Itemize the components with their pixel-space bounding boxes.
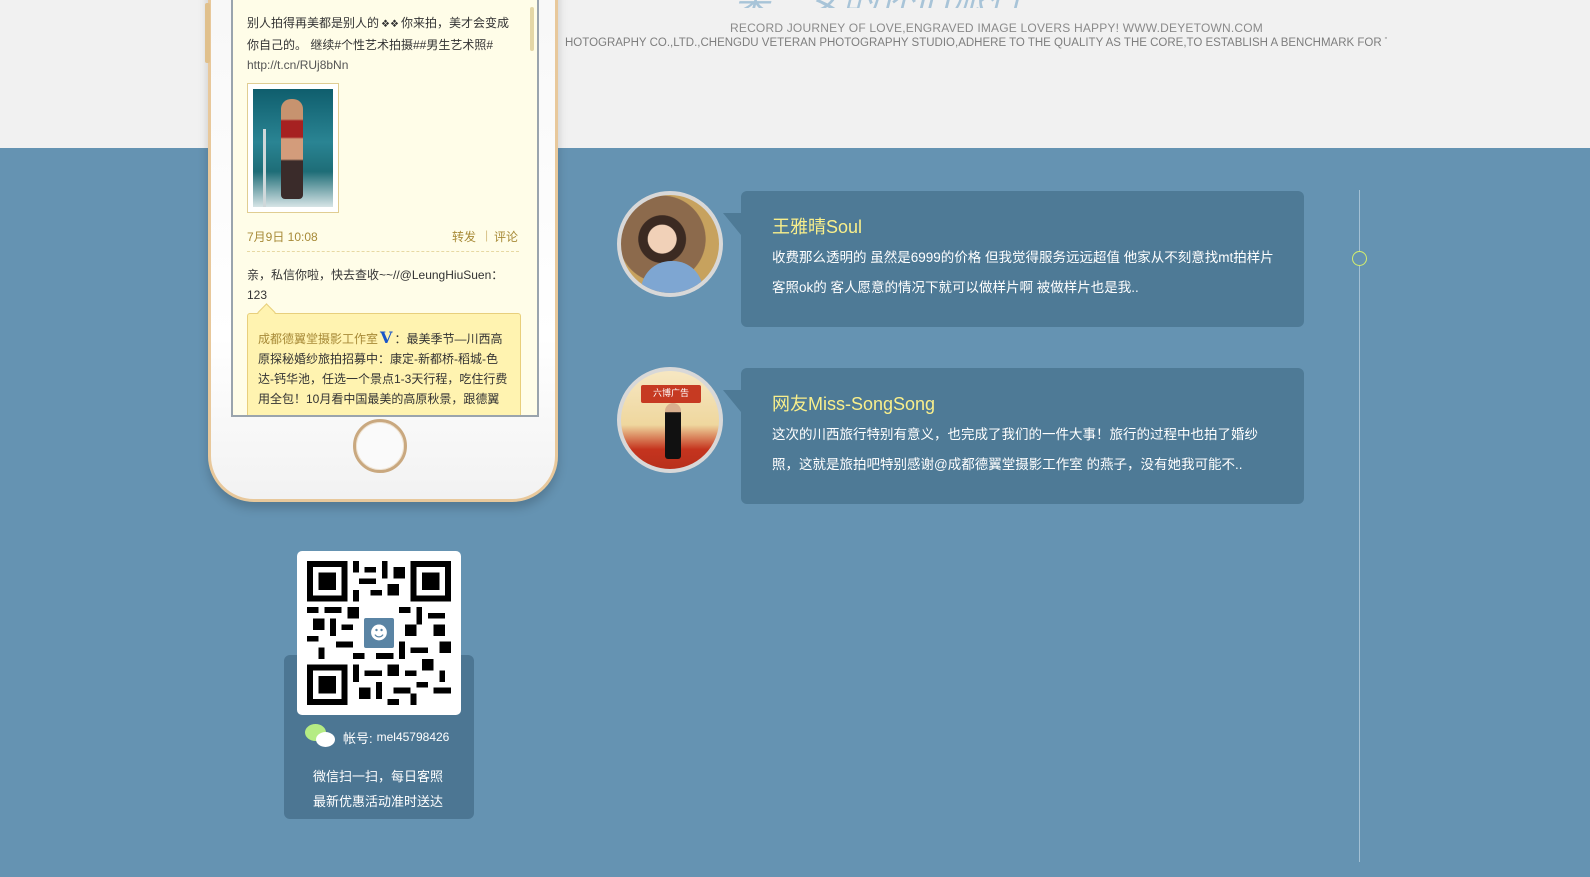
comment-link[interactable]: 评论 bbox=[494, 228, 518, 245]
wechat-logo-icon: ☻ bbox=[361, 615, 397, 651]
feed-divider bbox=[247, 251, 519, 252]
verified-badge-icon: V bbox=[380, 328, 393, 347]
wechat-scan-note: 微信扫一扫，每日客照 最新优惠活动准时送达 bbox=[312, 769, 443, 809]
account-label: 帐号: bbox=[343, 730, 373, 746]
post-meta-row: 7月9日 10:08 转发 | 评论 bbox=[247, 228, 519, 248]
timeline-dot[interactable] bbox=[1352, 251, 1367, 266]
wechat-account-row: 帐号: mel45798426 bbox=[305, 724, 475, 750]
review-avatar bbox=[617, 191, 723, 297]
reviewer-name: 网友Miss-SongSong bbox=[772, 394, 936, 414]
meta-separator: | bbox=[485, 228, 489, 242]
account-value: mel45798426 bbox=[376, 730, 450, 744]
feed-scrollbar[interactable] bbox=[530, 7, 534, 51]
timeline-line bbox=[1359, 190, 1360, 862]
review-card: 王雅晴Soul 收费那么透明的 虽然是6999的价格 但我觉得服务远远超值 他家… bbox=[723, 191, 1304, 327]
review-text: 这次的川西旅行特别有意义，也完成了我们的一件大事！旅行的过程中也拍了婚纱照，这就… bbox=[772, 427, 1258, 472]
repost-link[interactable]: 转发 bbox=[452, 228, 476, 245]
post-image-thumbnail[interactable] bbox=[247, 83, 339, 213]
quoted-author-link[interactable]: 成都德翼堂摄影工作室 bbox=[258, 332, 378, 346]
weibo-post-text: 别人拍得再美都是别人的 ❖❖ 你来拍，美才会变成你自己的。 继续#个性艺术拍摄##男… bbox=[247, 16, 510, 72]
reply-text: 亲，私信你啦，快去查收~~//@LeungHiuSuen：123 bbox=[247, 268, 504, 302]
reviewer-name: 王雅晴Soul bbox=[772, 217, 863, 237]
avatar-banner-text: 六博广告 bbox=[641, 385, 701, 403]
wechat-icon bbox=[305, 724, 337, 750]
header-tagline: RECORD JOURNEY OF LOVE,ENGRAVED IMAGE LO… bbox=[730, 21, 1264, 35]
phone-mockup: 别人拍得再美都是别人的 ❖❖ 你来拍，美才会变成你自己的。 继续#个性艺术拍摄##男… bbox=[205, 0, 558, 502]
review-avatar: 六博广告 bbox=[617, 367, 723, 473]
review-text: 收费那么透明的 虽然是6999的价格 但我觉得服务远远超值 他家从不刻意找mt拍… bbox=[772, 250, 1274, 295]
bowtie-icon: ❖❖ bbox=[381, 19, 399, 30]
wechat-qr-code: ☻ bbox=[297, 551, 461, 715]
phone-side-button bbox=[205, 3, 210, 63]
header-title-fragment: 梁三女的怀旧旅行 bbox=[735, 0, 1215, 8]
post-photo bbox=[253, 89, 333, 207]
quoted-post: 成都德翼堂摄影工作室 V ：最美季节—川西高原探秘婚纱旅拍招募中：康定-新都桥-稻城… bbox=[247, 313, 521, 415]
post-short-link[interactable]: http://t.cn/RUj8bNn bbox=[247, 58, 348, 72]
header-company-line: HOTOGRAPHY CO.,LTD.,CHENGDU VETERAN PHOT… bbox=[565, 37, 1387, 49]
phone-screen-feed[interactable]: 别人拍得再美都是别人的 ❖❖ 你来拍，美才会变成你自己的。 继续#个性艺术拍摄##男… bbox=[231, 0, 539, 417]
post-timestamp: 7月9日 10:08 bbox=[247, 230, 318, 244]
phone-home-button bbox=[353, 419, 407, 473]
review-card: 网友Miss-SongSong 这次的川西旅行特别有意义，也完成了我们的一件大事… bbox=[723, 368, 1304, 504]
